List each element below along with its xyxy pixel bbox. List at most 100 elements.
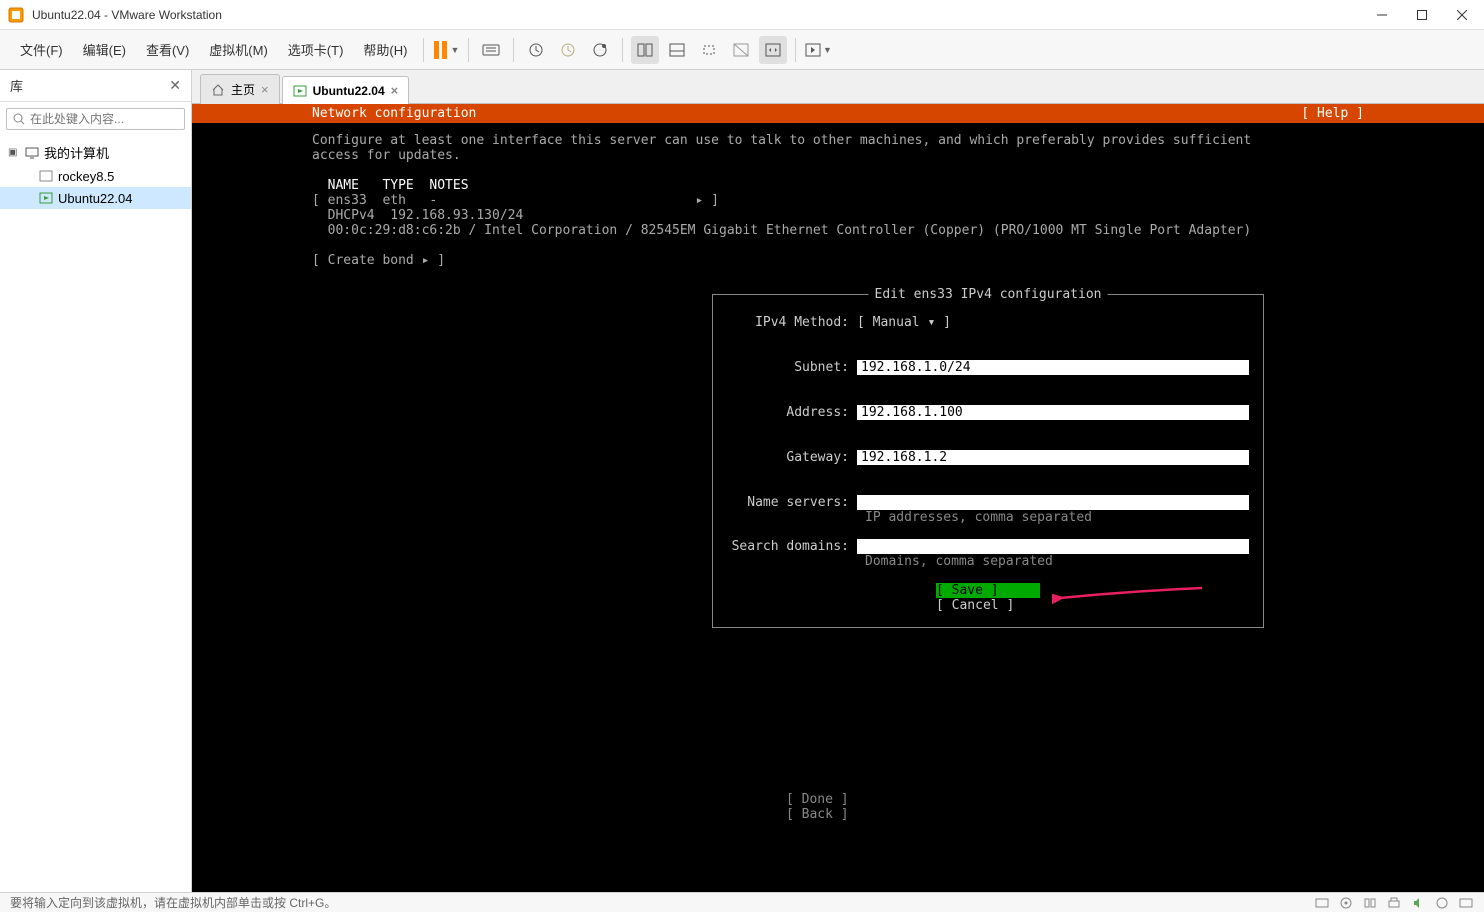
separator: [423, 38, 424, 62]
menu-help[interactable]: 帮助(H): [355, 36, 415, 63]
computer-icon: [24, 145, 40, 161]
window-title: Ubuntu22.04 - VMware Workstation: [32, 8, 1368, 22]
content-area: 主页 × Ubuntu22.04 × Network configuration…: [192, 70, 1484, 892]
search-input[interactable]: [30, 112, 185, 126]
vm-icon: [38, 168, 54, 184]
printer-icon[interactable]: [1386, 895, 1402, 911]
tree-root-my-computer[interactable]: ▣ 我的计算机: [0, 140, 191, 165]
chevron-down-icon: ▼: [451, 45, 460, 55]
menu-file[interactable]: 文件(F): [12, 36, 71, 63]
network-icon[interactable]: [1362, 895, 1378, 911]
searchdomains-row: Search domains:: [727, 539, 1249, 554]
snapshot-button[interactable]: [522, 36, 550, 64]
separator: [513, 38, 514, 62]
subnet-input[interactable]: 192.168.1.0/24: [857, 360, 1249, 375]
description-text: Configure at least one interface this se…: [312, 133, 1251, 163]
help-button[interactable]: [ Help ]: [1301, 106, 1484, 121]
separator: [468, 38, 469, 62]
window-controls: [1368, 5, 1476, 25]
method-dropdown[interactable]: [ Manual ▾ ]: [857, 315, 951, 330]
view-fullscreen-button[interactable]: [695, 36, 723, 64]
installer-body: Configure at least one interface this se…: [192, 123, 1484, 268]
usb-icon[interactable]: [1434, 895, 1450, 911]
gateway-input[interactable]: 192.168.1.2: [857, 450, 1249, 465]
send-ctrl-alt-del-button[interactable]: [477, 36, 505, 64]
tabs-bar: 主页 × Ubuntu22.04 ×: [192, 70, 1484, 104]
address-input[interactable]: 192.168.1.100: [857, 405, 1249, 420]
sidebar-header: 库 ✕: [0, 70, 191, 102]
gateway-row: Gateway: 192.168.1.2: [727, 450, 1249, 465]
address-label: Address:: [727, 405, 857, 420]
tab-ubuntu[interactable]: Ubuntu22.04 ×: [282, 76, 410, 104]
nameservers-hint: IP addresses, comma separated: [727, 510, 1249, 525]
view-stretch-button[interactable]: [759, 36, 787, 64]
menu-edit[interactable]: 编辑(E): [75, 36, 134, 63]
tab-home[interactable]: 主页 ×: [200, 74, 280, 104]
search-icon: [13, 113, 25, 125]
nameservers-label: Name servers:: [727, 495, 857, 510]
maximize-button[interactable]: [1408, 5, 1436, 25]
menubar: 文件(F) 编辑(E) 查看(V) 虚拟机(M) 选项卡(T) 帮助(H) ▼ …: [0, 30, 1484, 70]
vm-running-icon: [38, 190, 54, 206]
done-button[interactable]: [ Done ]: [786, 792, 890, 807]
dialog-title: Edit ens33 IPv4 configuration: [869, 287, 1108, 302]
nameservers-row: Name servers:: [727, 495, 1249, 510]
status-hint: 要将输入定向到该虚拟机，请在虚拟机内部单击或按 Ctrl+G。: [10, 894, 336, 911]
separator: [622, 38, 623, 62]
view-unity-button[interactable]: [663, 36, 691, 64]
save-button[interactable]: [ Save ]: [936, 583, 1040, 598]
status-tray: [1314, 895, 1474, 911]
gateway-label: Gateway:: [727, 450, 857, 465]
sound-icon[interactable]: [1410, 895, 1426, 911]
window-titlebar: Ubuntu22.04 - VMware Workstation: [0, 0, 1484, 30]
vm-running-icon: [293, 85, 307, 97]
status-bar: 要将输入定向到该虚拟机，请在虚拟机内部单击或按 Ctrl+G。: [0, 892, 1484, 912]
tab-label: Ubuntu22.04: [313, 84, 385, 98]
snapshot-manager-button[interactable]: [586, 36, 614, 64]
vmware-app-icon: [8, 7, 24, 23]
cd-icon[interactable]: [1338, 895, 1354, 911]
chevron-down-icon: ▼: [823, 45, 832, 55]
library-tree: ▣ 我的计算机 rockey8.5 Ubuntu22.04: [0, 136, 191, 213]
disk-icon[interactable]: [1314, 895, 1330, 911]
create-bond-button[interactable]: [ Create bond ▸ ]: [312, 253, 445, 268]
subnet-label: Subnet:: [727, 360, 857, 375]
tab-close-button[interactable]: ×: [261, 82, 269, 97]
pause-icon: [434, 41, 447, 59]
searchdomains-hint: Domains, comma separated: [727, 554, 1249, 569]
sidebar-search[interactable]: ▼: [6, 108, 185, 130]
menu-tabs[interactable]: 选项卡(T): [280, 36, 352, 63]
ipv4-config-dialog: Edit ens33 IPv4 configuration IPv4 Metho…: [712, 294, 1264, 628]
nameservers-input[interactable]: [857, 495, 1249, 510]
installer-footer: [ Done ] [ Back ]: [786, 792, 890, 822]
minimize-button[interactable]: [1368, 5, 1396, 25]
message-icon[interactable]: [1458, 895, 1474, 911]
tab-label: 主页: [231, 81, 255, 98]
tree-item-rockey[interactable]: rockey8.5: [0, 165, 191, 187]
collapse-icon[interactable]: ▣: [8, 147, 20, 158]
method-row: IPv4 Method: [ Manual ▾ ]: [727, 315, 1249, 330]
interface-row[interactable]: [ ens33 eth - ▸ ]: [312, 193, 719, 208]
vm-console[interactable]: Network configuration [ Help ] Configure…: [192, 104, 1484, 892]
installer-header: Network configuration [ Help ]: [192, 104, 1484, 123]
searchdomains-input[interactable]: [857, 539, 1249, 554]
view-exclusive-button[interactable]: [727, 36, 755, 64]
cancel-button[interactable]: [ Cancel ]: [936, 598, 1040, 613]
view-console-button[interactable]: [631, 36, 659, 64]
suspend-button[interactable]: ▼: [432, 36, 460, 64]
view-cycle-button[interactable]: ▼: [804, 36, 832, 64]
back-button[interactable]: [ Back ]: [786, 807, 890, 822]
tree-item-ubuntu[interactable]: Ubuntu22.04: [0, 187, 191, 209]
revert-snapshot-button[interactable]: [554, 36, 582, 64]
menu-vm[interactable]: 虚拟机(M): [201, 36, 276, 63]
sidebar-title: 库: [10, 76, 23, 95]
searchdomains-label: Search domains:: [727, 539, 857, 554]
address-row: Address: 192.168.1.100: [727, 405, 1249, 420]
method-label: IPv4 Method:: [727, 315, 857, 330]
tree-root-label: 我的计算机: [44, 143, 109, 162]
mac-row: 00:0c:29:d8:c6:2b / Intel Corporation / …: [312, 223, 1251, 238]
menu-view[interactable]: 查看(V): [138, 36, 197, 63]
close-button[interactable]: [1448, 5, 1476, 25]
sidebar-close-button[interactable]: ✕: [169, 77, 181, 94]
tab-close-button[interactable]: ×: [391, 83, 399, 98]
